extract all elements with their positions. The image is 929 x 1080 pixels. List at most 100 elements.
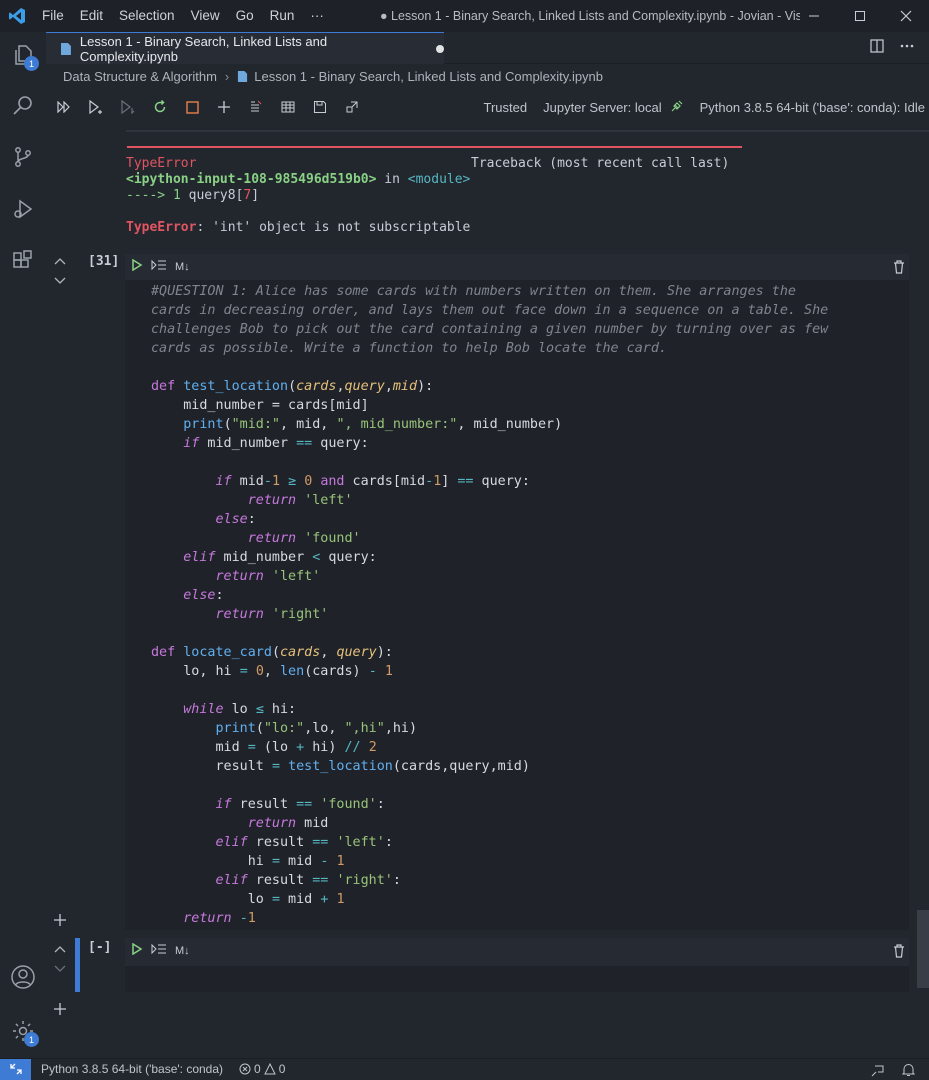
notebook-file-icon <box>60 42 71 55</box>
menu-bar: File Edit Selection View Go Run ··· <box>34 0 332 32</box>
clear-outputs-icon[interactable] <box>240 94 272 120</box>
error-icon <box>239 1063 251 1075</box>
code-cell[interactable]: M↓ #QUESTION 1: Alice has some cards wit… <box>125 254 909 930</box>
search-icon[interactable] <box>0 82 46 128</box>
notebook-file-icon <box>238 70 248 82</box>
move-cell-down-icon[interactable] <box>54 272 66 290</box>
in-word: in <box>376 172 408 187</box>
status-interpreter[interactable]: Python 3.8.5 64-bit ('base': conda) <box>41 1062 223 1076</box>
export-icon[interactable] <box>336 94 368 120</box>
run-cell-icon[interactable] <box>131 258 143 276</box>
breadcrumb: Data Structure & Algorithm › Lesson 1 - … <box>46 64 929 88</box>
variables-icon[interactable] <box>272 94 304 120</box>
unsaved-dot-icon[interactable] <box>436 44 444 53</box>
code-editor[interactable]: #QUESTION 1: Alice has some cards with n… <box>125 280 909 930</box>
error-name-2: TypeError <box>126 220 197 235</box>
menu-edit[interactable]: Edit <box>72 0 111 32</box>
add-cell-icon[interactable] <box>208 94 240 120</box>
menu-view[interactable]: View <box>183 0 228 32</box>
account-icon[interactable] <box>0 954 46 1000</box>
save-icon[interactable] <box>304 94 336 120</box>
minimize-button[interactable] <box>791 0 837 32</box>
settings-badge: 1 <box>24 1032 39 1047</box>
run-cell-icon[interactable] <box>131 942 143 960</box>
restart-kernel-icon[interactable] <box>144 94 176 120</box>
warning-count: 0 <box>278 1062 286 1076</box>
title-bar: File Edit Selection View Go Run ··· ● Le… <box>0 0 929 32</box>
close-button[interactable] <box>883 0 929 32</box>
source-control-icon[interactable] <box>0 134 46 180</box>
jupyter-server-label[interactable]: Jupyter Server: local <box>543 100 662 115</box>
menu-more[interactable]: ··· <box>302 0 332 32</box>
maximize-button[interactable] <box>837 0 883 32</box>
markdown-toggle[interactable]: M↓ <box>175 945 190 957</box>
menu-file[interactable]: File <box>34 0 72 32</box>
move-cell-up-icon[interactable] <box>54 254 66 272</box>
cell-selection-bar <box>75 938 80 992</box>
settings-gear-icon[interactable]: 1 <box>0 1008 46 1054</box>
markdown-toggle[interactable]: M↓ <box>175 261 190 273</box>
tab-bar: Lesson 1 - Binary Search, Linked Lists a… <box>46 32 929 64</box>
warning-icon <box>263 1063 276 1075</box>
menu-selection[interactable]: Selection <box>111 0 183 32</box>
plug-icon[interactable] <box>670 99 684 116</box>
menu-run[interactable]: Run <box>262 0 303 32</box>
code-cell-empty[interactable]: M↓ <box>125 938 909 992</box>
run-above-icon[interactable] <box>80 94 112 120</box>
more-actions-icon[interactable] <box>899 38 915 59</box>
traceback-rule <box>127 146 742 148</box>
move-cell-up-icon[interactable] <box>54 942 66 960</box>
execution-count-2: [-] <box>88 940 112 955</box>
output-separator <box>126 130 929 132</box>
execution-count: [31] <box>88 254 120 269</box>
menu-go[interactable]: Go <box>228 0 262 32</box>
error-name: TypeError <box>126 156 197 171</box>
arrow-line: ----> 1 <box>126 188 189 203</box>
bracket-close: ] <box>251 188 260 203</box>
error-message: TypeError: 'int' object is not subscript… <box>126 220 766 236</box>
breadcrumb-folder[interactable]: Data Structure & Algorithm <box>63 69 217 84</box>
status-problems[interactable]: 0 0 <box>239 1062 285 1076</box>
traceback-location: <ipython-input-108-985496d519b0> in <mod… <box>126 172 766 188</box>
delete-cell-icon[interactable] <box>893 944 905 963</box>
breadcrumb-file[interactable]: Lesson 1 - Binary Search, Linked Lists a… <box>254 69 603 84</box>
kernel-label[interactable]: Python 3.8.5 64-bit ('base': conda): Idl… <box>700 100 925 115</box>
run-debug-icon[interactable] <box>0 186 46 232</box>
feedback-icon[interactable] <box>871 1063 885 1080</box>
extensions-icon[interactable] <box>0 238 46 284</box>
activity-bar: 1 1 <box>0 32 46 1058</box>
explorer-icon[interactable]: 1 <box>0 32 46 78</box>
status-bar: Python 3.8.5 64-bit ('base': conda) 0 0 <box>0 1058 929 1080</box>
delete-cell-icon[interactable] <box>893 260 905 279</box>
tab-notebook[interactable]: Lesson 1 - Binary Search, Linked Lists a… <box>46 32 444 64</box>
notifications-bell-icon[interactable] <box>901 1063 916 1080</box>
notebook-toolbar: Trusted Jupyter Server: local Python 3.8… <box>46 88 929 126</box>
call-expr: query8 <box>188 188 236 203</box>
window-title: ● Lesson 1 - Binary Search, Linked Lists… <box>380 9 800 23</box>
split-editor-icon[interactable] <box>869 38 885 59</box>
trusted-label[interactable]: Trusted <box>484 100 528 115</box>
run-below-icon[interactable] <box>112 94 144 120</box>
vscode-logo-icon <box>0 0 34 32</box>
remote-icon[interactable] <box>0 1058 31 1080</box>
traceback-header: TypeError Traceback (most recent call las… <box>126 156 766 172</box>
chevron-right-icon: › <box>224 68 230 84</box>
run-all-icon[interactable] <box>48 94 80 120</box>
run-by-line-icon[interactable] <box>151 942 167 960</box>
code-editor-empty[interactable] <box>125 966 909 992</box>
insert-cell-icon[interactable] <box>53 1002 67 1021</box>
insert-cell-icon[interactable] <box>53 913 67 932</box>
notebook-editor: TypeError Traceback (most recent call las… <box>46 126 929 1058</box>
input-ref: <ipython-input-108-985496d519b0> <box>126 172 377 187</box>
tab-label: Lesson 1 - Binary Search, Linked Lists a… <box>79 33 328 64</box>
scrollbar-thumb[interactable] <box>917 910 929 988</box>
run-by-line-icon[interactable] <box>151 258 167 276</box>
move-cell-down-icon[interactable] <box>54 960 66 978</box>
traceback-line: ----> 1 query8[7] <box>126 188 766 204</box>
interrupt-kernel-icon[interactable] <box>176 94 208 120</box>
error-count: 0 <box>254 1062 261 1076</box>
error-text: : 'int' object is not subscriptable <box>196 220 471 235</box>
module-ref: <module> <box>407 172 471 187</box>
explorer-badge: 1 <box>24 56 39 71</box>
traceback-label: Traceback (most recent call last) <box>471 156 730 171</box>
